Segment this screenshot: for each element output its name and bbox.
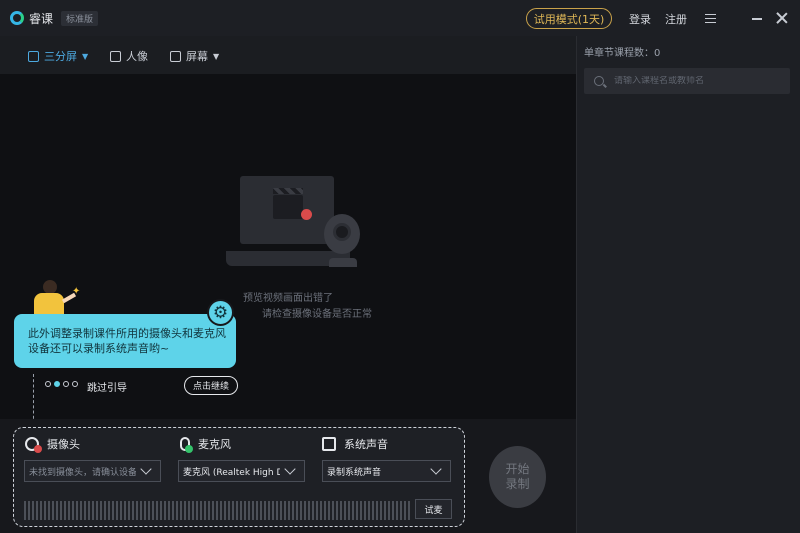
portrait-icon	[110, 50, 121, 62]
login-link[interactable]: 登录	[629, 11, 651, 27]
preview-error-hint: 请检查摄像设备是否正常	[262, 309, 372, 320]
camera-icon	[25, 437, 42, 453]
camera-label: 摄像头	[25, 436, 80, 453]
error-status-icon	[34, 445, 42, 453]
error-icon	[301, 209, 312, 220]
guide-pointer-line	[33, 374, 34, 424]
close-icon[interactable]	[776, 12, 788, 24]
guide-text: 此外调整录制课件所用的摄像头和麦克风设备还可以录制系统声音哟~	[28, 327, 226, 355]
continue-guide-button[interactable]: 点击继续	[184, 376, 238, 395]
minimize-icon[interactable]	[752, 18, 762, 20]
chevron-down-icon	[140, 463, 152, 475]
system-sound-select[interactable]: 录制系统声音	[322, 460, 451, 482]
logo-icon	[10, 11, 24, 25]
trial-mode-button[interactable]: 试用模式(1天)	[526, 8, 612, 29]
register-link[interactable]: 注册	[665, 11, 687, 27]
menu-icon[interactable]	[705, 14, 716, 23]
monitor-icon	[170, 50, 181, 62]
sparkle-icon: ✦	[72, 286, 81, 297]
portrait-mode-label: 人像	[126, 50, 148, 63]
chevron-down-icon: ▼	[82, 51, 89, 61]
split-layout-icon	[28, 50, 39, 62]
mic-level-meter	[24, 501, 410, 520]
course-count: 单章节课程数：0	[584, 48, 661, 59]
gear-icon: ⚙	[207, 299, 234, 326]
guide-person-head	[43, 280, 57, 294]
course-search-box	[584, 68, 790, 94]
course-search-input[interactable]	[614, 76, 784, 86]
system-sound-select-value: 录制系统声音	[327, 467, 382, 478]
step-dot	[72, 381, 78, 387]
microphone-label-text: 麦克风	[198, 438, 231, 451]
ok-status-icon	[185, 445, 193, 453]
system-sound-label: 系统声音	[322, 436, 388, 452]
microphone-select-value: 麦克风 (Realtek High D...	[183, 467, 280, 478]
step-dot	[45, 381, 51, 387]
webcam-lens	[333, 223, 351, 241]
preview-error-title: 预览视频画面出错了	[243, 293, 333, 304]
portrait-mode-button[interactable]: 人像	[110, 48, 148, 64]
start-recording-button[interactable]: 开始录制	[489, 446, 546, 508]
screen-mode-label: 屏幕	[186, 50, 208, 63]
camera-label-text: 摄像头	[47, 438, 80, 451]
skip-guide-link[interactable]: 跳过引导	[87, 379, 127, 394]
webcam-stand	[329, 258, 357, 267]
system-sound-label-text: 系统声音	[344, 438, 388, 451]
test-mic-button[interactable]: 试麦	[415, 499, 452, 519]
split-mode-label: 三分屏	[44, 50, 77, 63]
screen-mode-button[interactable]: 屏幕 ▼	[170, 48, 219, 64]
clapperboard-body	[273, 195, 303, 219]
step-dot-active	[54, 381, 60, 387]
search-icon	[594, 76, 604, 86]
chevron-down-icon: ▼	[213, 51, 220, 61]
course-panel	[577, 36, 800, 533]
chevron-down-icon	[284, 463, 296, 475]
microphone-icon	[180, 437, 193, 453]
speaker-icon	[322, 437, 336, 451]
step-dot	[63, 381, 69, 387]
microphone-select[interactable]: 麦克风 (Realtek High D...	[178, 460, 305, 482]
edition-badge: 标准版	[61, 10, 99, 26]
microphone-label: 麦克风	[180, 436, 231, 453]
three-split-mode-button[interactable]: 三分屏 ▼	[28, 48, 88, 64]
camera-select[interactable]: 未找到摄像头，请确认设备...	[24, 460, 161, 482]
chevron-down-icon	[430, 463, 442, 475]
app-logo: 睿课 标准版	[10, 10, 99, 27]
guide-step-indicator	[45, 381, 81, 387]
clapperboard-icon	[273, 188, 303, 194]
camera-select-value: 未找到摄像头，请确认设备...	[29, 467, 136, 478]
app-name: 睿课	[29, 11, 54, 26]
